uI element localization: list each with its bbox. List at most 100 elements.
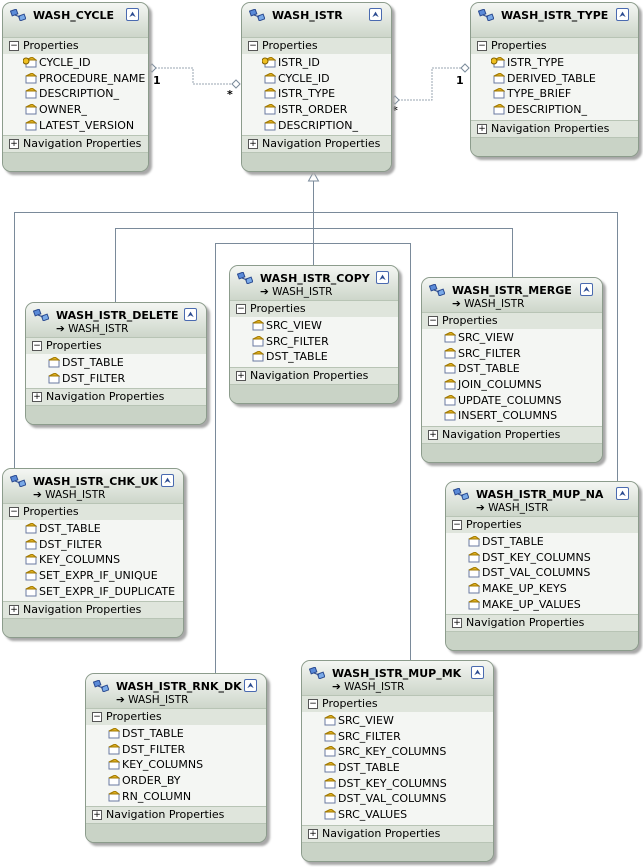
- collapse-minus-icon[interactable]: −: [9, 41, 19, 51]
- entity-header[interactable]: WASH_ISTR_MUP_NA ➔ WASH_ISTR ⮝: [446, 482, 638, 516]
- navigation-section-header[interactable]: + Navigation Properties: [3, 601, 183, 619]
- navigation-section-header[interactable]: + Navigation Properties: [230, 367, 398, 385]
- collapse-button[interactable]: ⮝: [376, 271, 389, 284]
- property-item[interactable]: SRC_VALUES: [302, 807, 493, 823]
- collapse-button[interactable]: ⮝: [616, 487, 629, 500]
- property-item[interactable]: ORDER_BY: [86, 773, 266, 789]
- properties-section-header[interactable]: − Properties: [302, 695, 493, 712]
- navigation-section-header[interactable]: + Navigation Properties: [86, 806, 266, 824]
- entity-wash-istr-mup-mk[interactable]: WASH_ISTR_MUP_MK ➔ WASH_ISTR ⮝ − Properties S…: [301, 660, 494, 862]
- entity-wash-istr-chk-uk[interactable]: WASH_ISTR_CHK_UK ➔ WASH_ISTR ⮝ − Properties D…: [2, 468, 184, 639]
- entity-header[interactable]: WASH_ISTR_MUP_MK ➔ WASH_ISTR ⮝: [302, 661, 493, 695]
- properties-section-header[interactable]: − Properties: [242, 37, 391, 54]
- entity-header[interactable]: WASH_ISTR_TYPE ⮝: [471, 3, 638, 37]
- entity-wash-cycle[interactable]: WASH_CYCLE ⮝ − Properties CYCLE_ID PROCEDURE_…: [2, 2, 149, 173]
- property-item[interactable]: DST_KEY_COLUMNS: [302, 776, 493, 792]
- collapse-button[interactable]: ⮝: [616, 8, 629, 21]
- navigation-section-header[interactable]: + Navigation Properties: [422, 426, 602, 444]
- entity-header[interactable]: WASH_ISTR ⮝: [242, 3, 391, 37]
- property-item[interactable]: MAKE_UP_KEYS: [446, 581, 638, 597]
- properties-section-header[interactable]: − Properties: [26, 337, 206, 354]
- property-item[interactable]: JOIN_COLUMNS: [422, 377, 602, 393]
- entity-header[interactable]: WASH_ISTR_DELETE ➔ WASH_ISTR ⮝: [26, 303, 206, 337]
- navigation-section-header[interactable]: + Navigation Properties: [26, 388, 206, 406]
- entity-header[interactable]: WASH_CYCLE ⮝: [3, 3, 148, 37]
- entity-wash-istr-copy[interactable]: WASH_ISTR_COPY ➔ WASH_ISTR ⮝ − Properties SRC…: [229, 265, 399, 405]
- properties-section-header[interactable]: − Properties: [422, 312, 602, 329]
- expand-plus-icon[interactable]: +: [428, 430, 438, 441]
- property-item[interactable]: SRC_KEY_COLUMNS: [302, 744, 493, 760]
- expand-plus-icon[interactable]: +: [92, 810, 102, 821]
- collapse-minus-icon[interactable]: −: [236, 304, 246, 314]
- expand-plus-icon[interactable]: +: [452, 618, 462, 629]
- navigation-section-header[interactable]: + Navigation Properties: [471, 119, 638, 137]
- entity-wash-istr-rnk-dk[interactable]: WASH_ISTR_RNK_DK ➔ WASH_ISTR ⮝ − Properties D…: [85, 673, 267, 844]
- property-item[interactable]: DST_TABLE: [3, 521, 183, 537]
- property-item[interactable]: SET_EXPR_IF_DUPLICATE: [3, 584, 183, 600]
- property-item[interactable]: DERIVED_TABLE: [471, 71, 638, 87]
- collapse-minus-icon[interactable]: −: [428, 316, 438, 326]
- property-item[interactable]: DST_TABLE: [230, 349, 398, 365]
- property-item[interactable]: MAKE_UP_VALUES: [446, 597, 638, 613]
- entity-wash-istr-type[interactable]: WASH_ISTR_TYPE ⮝ − Properties ISTR_TYPE DERIV…: [470, 2, 639, 157]
- property-item[interactable]: DESCRIPTION_: [242, 118, 391, 134]
- entity-header[interactable]: WASH_ISTR_COPY ➔ WASH_ISTR ⮝: [230, 266, 398, 300]
- property-item[interactable]: LATEST_VERSION: [3, 118, 148, 134]
- collapse-minus-icon[interactable]: −: [9, 507, 19, 517]
- property-item[interactable]: SRC_VIEW: [422, 330, 602, 346]
- expand-plus-icon[interactable]: +: [477, 123, 487, 134]
- collapse-button[interactable]: ⮝: [580, 283, 593, 296]
- collapse-button[interactable]: ⮝: [184, 308, 197, 321]
- property-item[interactable]: CYCLE_ID: [3, 55, 148, 71]
- collapse-minus-icon[interactable]: −: [92, 712, 102, 722]
- collapse-button[interactable]: ⮝: [471, 666, 484, 679]
- properties-section-header[interactable]: − Properties: [3, 503, 183, 520]
- property-item[interactable]: DST_VAL_COLUMNS: [446, 565, 638, 581]
- collapse-button[interactable]: ⮝: [161, 474, 174, 487]
- property-item[interactable]: DST_TABLE: [446, 534, 638, 550]
- navigation-section-header[interactable]: + Navigation Properties: [446, 614, 638, 632]
- collapse-button[interactable]: ⮝: [244, 679, 257, 692]
- property-item[interactable]: OWNER_: [3, 102, 148, 118]
- property-item[interactable]: DST_KEY_COLUMNS: [446, 550, 638, 566]
- navigation-section-header[interactable]: + Navigation Properties: [3, 135, 148, 153]
- expand-plus-icon[interactable]: +: [32, 392, 42, 403]
- property-item[interactable]: RN_COLUMN: [86, 789, 266, 805]
- entity-wash-istr[interactable]: WASH_ISTR ⮝ − Properties ISTR_ID CYCLE_ID ISTR…: [241, 2, 392, 173]
- expand-plus-icon[interactable]: +: [248, 139, 258, 150]
- navigation-section-header[interactable]: + Navigation Properties: [302, 824, 493, 842]
- property-item[interactable]: SET_EXPR_IF_UNIQUE: [3, 568, 183, 584]
- entity-header[interactable]: WASH_ISTR_CHK_UK ➔ WASH_ISTR ⮝: [3, 469, 183, 503]
- property-item[interactable]: DESCRIPTION_: [3, 86, 148, 102]
- expand-plus-icon[interactable]: +: [9, 139, 19, 150]
- expand-plus-icon[interactable]: +: [308, 828, 318, 839]
- properties-section-header[interactable]: − Properties: [230, 300, 398, 317]
- property-item[interactable]: DESCRIPTION_: [471, 102, 638, 118]
- property-item[interactable]: CYCLE_ID: [242, 71, 391, 87]
- property-item[interactable]: ISTR_TYPE: [471, 55, 638, 71]
- property-item[interactable]: INSERT_COLUMNS: [422, 408, 602, 424]
- properties-section-header[interactable]: − Properties: [3, 37, 148, 54]
- entity-wash-istr-merge[interactable]: WASH_ISTR_MERGE ➔ WASH_ISTR ⮝ − Properties SR…: [421, 277, 603, 464]
- property-item[interactable]: DST_FILTER: [3, 537, 183, 553]
- properties-section-header[interactable]: − Properties: [446, 516, 638, 533]
- property-item[interactable]: SRC_FILTER: [422, 346, 602, 362]
- property-item[interactable]: ISTR_ID: [242, 55, 391, 71]
- properties-section-header[interactable]: − Properties: [471, 37, 638, 54]
- collapse-minus-icon[interactable]: −: [452, 520, 462, 530]
- property-item[interactable]: DST_TABLE: [86, 726, 266, 742]
- collapse-minus-icon[interactable]: −: [477, 41, 487, 51]
- property-item[interactable]: DST_TABLE: [26, 355, 206, 371]
- entity-header[interactable]: WASH_ISTR_RNK_DK ➔ WASH_ISTR ⮝: [86, 674, 266, 708]
- entity-wash-istr-mup-na[interactable]: WASH_ISTR_MUP_NA ➔ WASH_ISTR ⮝ − Properties D…: [445, 481, 639, 652]
- property-item[interactable]: DST_VAL_COLUMNS: [302, 791, 493, 807]
- property-item[interactable]: ISTR_TYPE: [242, 86, 391, 102]
- collapse-minus-icon[interactable]: −: [248, 41, 258, 51]
- property-item[interactable]: SRC_VIEW: [302, 713, 493, 729]
- property-item[interactable]: SRC_FILTER: [230, 334, 398, 350]
- navigation-section-header[interactable]: + Navigation Properties: [242, 135, 391, 153]
- property-item[interactable]: KEY_COLUMNS: [3, 552, 183, 568]
- property-item[interactable]: SRC_VIEW: [230, 318, 398, 334]
- collapse-minus-icon[interactable]: −: [32, 341, 42, 351]
- expand-plus-icon[interactable]: +: [236, 371, 246, 382]
